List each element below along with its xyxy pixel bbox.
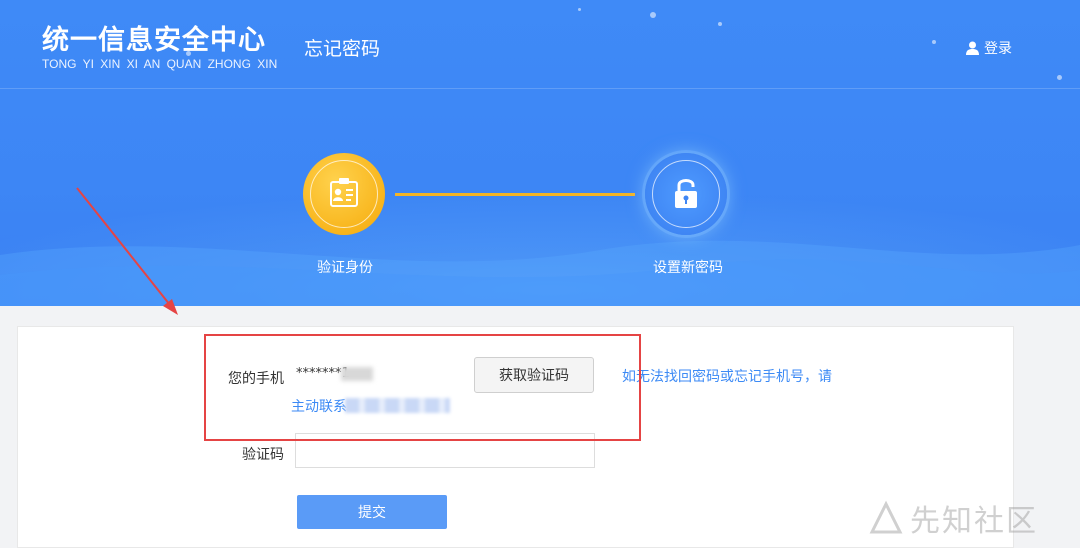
banner-wave: [0, 240, 1080, 306]
code-label: 验证码: [242, 447, 284, 463]
decor-dot: [718, 22, 722, 26]
decor-dot: [1057, 75, 1062, 80]
page-title: 忘记密码: [304, 38, 381, 60]
watermark-text: 先知社区: [910, 504, 1038, 539]
help-link-line1[interactable]: 如无法找回密码或忘记手机号，请: [622, 366, 832, 386]
annotation-highlight-box: [204, 334, 641, 441]
header-divider: [0, 88, 1080, 89]
step-label-verify: 验证身份: [317, 260, 373, 276]
id-card-icon: [330, 178, 358, 207]
step-set-password: [645, 153, 727, 235]
step-verify-identity: [303, 153, 385, 235]
submit-button[interactable]: 提交: [297, 495, 447, 529]
decor-dot: [650, 12, 656, 18]
user-icon: [966, 41, 979, 55]
watermark-logo-icon: [869, 500, 903, 534]
decor-dot: [932, 40, 936, 44]
login-label: 登录: [984, 41, 1012, 57]
decor-dot: [578, 8, 581, 11]
step-connector: [395, 193, 635, 196]
step-label-set-password: 设置新密码: [653, 260, 723, 276]
site-logo-text[interactable]: 统一信息安全中心: [42, 18, 266, 57]
login-link[interactable]: 登录: [966, 38, 1012, 58]
site-logo-pinyin: TONG YI XIN XI AN QUAN ZHONG XIN: [42, 57, 278, 71]
watermark: 先知社区: [868, 496, 1038, 540]
lock-icon: [675, 179, 697, 208]
